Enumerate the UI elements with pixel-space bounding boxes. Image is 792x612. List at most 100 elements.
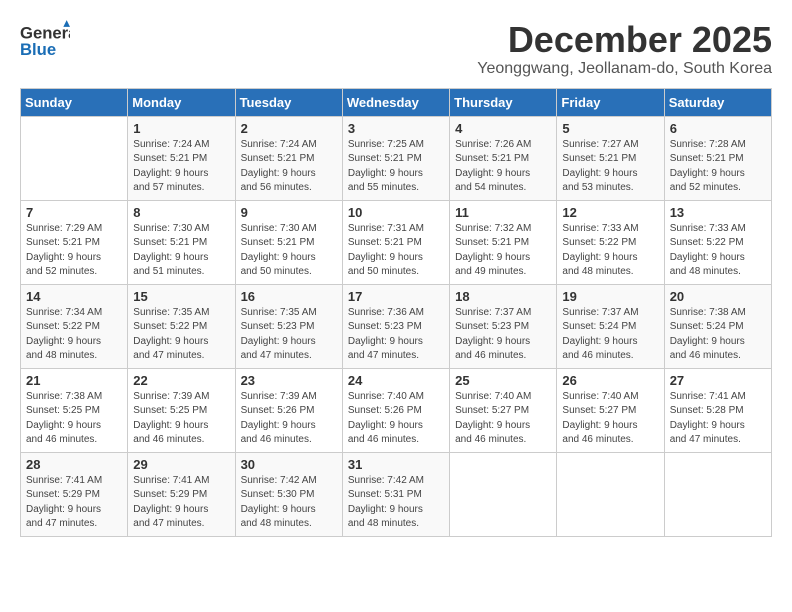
day-of-week-header: Friday [557, 88, 664, 116]
day-of-week-header: Wednesday [342, 88, 449, 116]
day-number: 22 [133, 373, 229, 388]
calendar-day-cell: 15 Sunrise: 7:35 AM Sunset: 5:22 PM Dayli… [128, 284, 235, 368]
page-header: General Blue December 2025 Yeonggwang, J… [20, 20, 772, 78]
calendar-day-cell [21, 116, 128, 200]
calendar-day-cell [450, 452, 557, 536]
day-number: 8 [133, 205, 229, 220]
svg-text:Blue: Blue [20, 40, 56, 59]
day-number: 1 [133, 121, 229, 136]
day-info: Sunrise: 7:33 AM Sunset: 5:22 PM Dayligh… [562, 222, 658, 280]
day-info: Sunrise: 7:39 AM Sunset: 5:25 PM Dayligh… [133, 390, 229, 448]
calendar-week-row: 1 Sunrise: 7:24 AM Sunset: 5:21 PM Daylig… [21, 116, 772, 200]
calendar-day-cell: 1 Sunrise: 7:24 AM Sunset: 5:21 PM Daylig… [128, 116, 235, 200]
day-number: 10 [348, 205, 444, 220]
calendar-day-cell: 28 Sunrise: 7:41 AM Sunset: 5:29 PM Dayli… [21, 452, 128, 536]
calendar-day-cell: 11Sunrise: 7:32 AM Sunset: 5:21 PM Dayli… [450, 200, 557, 284]
calendar-day-cell: 25 Sunrise: 7:40 AM Sunset: 5:27 PM Dayli… [450, 368, 557, 452]
day-info: Sunrise: 7:30 AM Sunset: 5:21 PM Dayligh… [241, 222, 337, 280]
day-info: Sunrise: 7:32 AM Sunset: 5:21 PM Dayligh… [455, 222, 551, 280]
day-number: 19 [562, 289, 658, 304]
calendar-day-cell: 18Sunrise: 7:37 AM Sunset: 5:23 PM Dayli… [450, 284, 557, 368]
day-number: 14 [26, 289, 122, 304]
day-info: Sunrise: 7:31 AM Sunset: 5:21 PM Dayligh… [348, 222, 444, 280]
day-number: 5 [562, 121, 658, 136]
day-info: Sunrise: 7:41 AM Sunset: 5:29 PM Dayligh… [133, 474, 229, 532]
calendar-day-cell: 31 Sunrise: 7:42 AM Sunset: 5:31 PM Dayli… [342, 452, 449, 536]
calendar-day-cell: 16Sunrise: 7:35 AM Sunset: 5:23 PM Dayli… [235, 284, 342, 368]
day-number: 27 [670, 373, 766, 388]
day-number: 17 [348, 289, 444, 304]
day-number: 25 [455, 373, 551, 388]
day-number: 26 [562, 373, 658, 388]
calendar-day-cell: 30Sunrise: 7:42 AM Sunset: 5:30 PM Dayli… [235, 452, 342, 536]
day-info: Sunrise: 7:24 AM Sunset: 5:21 PM Dayligh… [241, 138, 337, 196]
day-info: Sunrise: 7:30 AM Sunset: 5:21 PM Dayligh… [133, 222, 229, 280]
day-number: 6 [670, 121, 766, 136]
day-info: Sunrise: 7:24 AM Sunset: 5:21 PM Dayligh… [133, 138, 229, 196]
day-of-week-header: Saturday [664, 88, 771, 116]
day-number: 3 [348, 121, 444, 136]
title-block: December 2025 Yeonggwang, Jeollanam-do, … [477, 20, 772, 78]
day-info: Sunrise: 7:40 AM Sunset: 5:27 PM Dayligh… [455, 390, 551, 448]
day-number: 9 [241, 205, 337, 220]
calendar-day-cell: 3 Sunrise: 7:25 AM Sunset: 5:21 PM Daylig… [342, 116, 449, 200]
day-info: Sunrise: 7:29 AM Sunset: 5:21 PM Dayligh… [26, 222, 122, 280]
day-number: 31 [348, 457, 444, 472]
calendar-day-cell: 14 Sunrise: 7:34 AM Sunset: 5:22 PM Dayli… [21, 284, 128, 368]
day-info: Sunrise: 7:42 AM Sunset: 5:31 PM Dayligh… [348, 474, 444, 532]
calendar-day-cell: 9 Sunrise: 7:30 AM Sunset: 5:21 PM Daylig… [235, 200, 342, 284]
calendar-week-row: 7 Sunrise: 7:29 AM Sunset: 5:21 PM Daylig… [21, 200, 772, 284]
day-info: Sunrise: 7:34 AM Sunset: 5:22 PM Dayligh… [26, 306, 122, 364]
calendar-day-cell: 2Sunrise: 7:24 AM Sunset: 5:21 PM Daylig… [235, 116, 342, 200]
day-info: Sunrise: 7:26 AM Sunset: 5:21 PM Dayligh… [455, 138, 551, 196]
calendar-day-cell: 20Sunrise: 7:38 AM Sunset: 5:24 PM Dayli… [664, 284, 771, 368]
day-number: 15 [133, 289, 229, 304]
day-info: Sunrise: 7:27 AM Sunset: 5:21 PM Dayligh… [562, 138, 658, 196]
day-info: Sunrise: 7:33 AM Sunset: 5:22 PM Dayligh… [670, 222, 766, 280]
calendar-day-cell: 27 Sunrise: 7:41 AM Sunset: 5:28 PM Dayli… [664, 368, 771, 452]
calendar-day-cell: 17Sunrise: 7:36 AM Sunset: 5:23 PM Dayli… [342, 284, 449, 368]
calendar-week-row: 14 Sunrise: 7:34 AM Sunset: 5:22 PM Dayli… [21, 284, 772, 368]
calendar-day-cell: 21Sunrise: 7:38 AM Sunset: 5:25 PM Dayli… [21, 368, 128, 452]
month-title: December 2025 [477, 20, 772, 60]
day-of-week-header: Sunday [21, 88, 128, 116]
day-of-week-header: Tuesday [235, 88, 342, 116]
calendar-day-cell [664, 452, 771, 536]
day-number: 7 [26, 205, 122, 220]
day-info: Sunrise: 7:41 AM Sunset: 5:29 PM Dayligh… [26, 474, 122, 532]
calendar-day-cell: 29Sunrise: 7:41 AM Sunset: 5:29 PM Dayli… [128, 452, 235, 536]
day-number: 13 [670, 205, 766, 220]
calendar-day-cell: 23 Sunrise: 7:39 AM Sunset: 5:26 PM Dayli… [235, 368, 342, 452]
day-number: 24 [348, 373, 444, 388]
day-info: Sunrise: 7:42 AM Sunset: 5:30 PM Dayligh… [241, 474, 337, 532]
logo-svg: General Blue [20, 20, 70, 62]
logo: General Blue [20, 20, 72, 62]
calendar-week-row: 28 Sunrise: 7:41 AM Sunset: 5:29 PM Dayli… [21, 452, 772, 536]
calendar-day-cell: 6 Sunrise: 7:28 AM Sunset: 5:21 PM Daylig… [664, 116, 771, 200]
day-info: Sunrise: 7:28 AM Sunset: 5:21 PM Dayligh… [670, 138, 766, 196]
day-number: 21 [26, 373, 122, 388]
day-info: Sunrise: 7:39 AM Sunset: 5:26 PM Dayligh… [241, 390, 337, 448]
day-info: Sunrise: 7:35 AM Sunset: 5:23 PM Dayligh… [241, 306, 337, 364]
day-number: 18 [455, 289, 551, 304]
calendar-day-cell: 22 Sunrise: 7:39 AM Sunset: 5:25 PM Dayli… [128, 368, 235, 452]
day-number: 28 [26, 457, 122, 472]
day-info: Sunrise: 7:40 AM Sunset: 5:26 PM Dayligh… [348, 390, 444, 448]
calendar-day-cell: 7 Sunrise: 7:29 AM Sunset: 5:21 PM Daylig… [21, 200, 128, 284]
calendar-table: SundayMondayTuesdayWednesdayThursdayFrid… [20, 88, 772, 537]
day-number: 4 [455, 121, 551, 136]
day-info: Sunrise: 7:35 AM Sunset: 5:22 PM Dayligh… [133, 306, 229, 364]
calendar-day-cell [557, 452, 664, 536]
calendar-day-cell: 10 Sunrise: 7:31 AM Sunset: 5:21 PM Dayli… [342, 200, 449, 284]
calendar-day-cell: 5 Sunrise: 7:27 AM Sunset: 5:21 PM Daylig… [557, 116, 664, 200]
day-info: Sunrise: 7:41 AM Sunset: 5:28 PM Dayligh… [670, 390, 766, 448]
day-number: 23 [241, 373, 337, 388]
calendar-day-cell: 24 Sunrise: 7:40 AM Sunset: 5:26 PM Dayli… [342, 368, 449, 452]
calendar-day-cell: 12 Sunrise: 7:33 AM Sunset: 5:22 PM Dayli… [557, 200, 664, 284]
day-number: 12 [562, 205, 658, 220]
calendar-day-cell: 19Sunrise: 7:37 AM Sunset: 5:24 PM Dayli… [557, 284, 664, 368]
day-info: Sunrise: 7:40 AM Sunset: 5:27 PM Dayligh… [562, 390, 658, 448]
calendar-week-row: 21Sunrise: 7:38 AM Sunset: 5:25 PM Dayli… [21, 368, 772, 452]
day-of-week-header: Thursday [450, 88, 557, 116]
day-info: Sunrise: 7:25 AM Sunset: 5:21 PM Dayligh… [348, 138, 444, 196]
